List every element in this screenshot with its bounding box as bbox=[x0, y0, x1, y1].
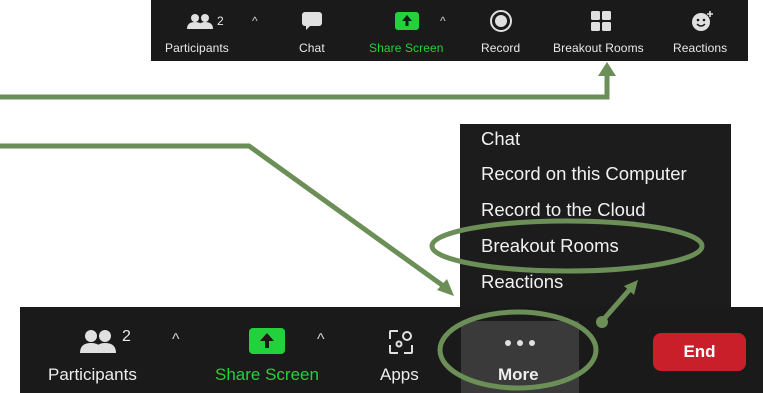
annotation-arrowhead bbox=[437, 279, 454, 296]
top-breakout-rooms-button[interactable]: Breakout Rooms bbox=[551, 0, 655, 61]
menu-item-chat[interactable]: Chat bbox=[481, 128, 520, 150]
bottom-share-screen-label: Share Screen bbox=[215, 365, 319, 384]
top-reactions-label: Reactions bbox=[673, 41, 728, 55]
top-breakout-rooms-label: Breakout Rooms bbox=[553, 41, 644, 55]
share-screen-arrow-icon bbox=[395, 10, 419, 32]
zoom-toolbar-tutorial-image: 2 Participants ^ Chat Share Screen ^ Rec… bbox=[0, 0, 763, 393]
top-share-screen-label: Share Screen bbox=[369, 41, 444, 55]
top-chat-label: Chat bbox=[299, 41, 325, 55]
ellipsis-icon bbox=[504, 334, 536, 352]
chat-bubble-icon bbox=[301, 10, 323, 32]
record-icon bbox=[490, 10, 512, 32]
menu-item-reactions[interactable]: Reactions bbox=[481, 271, 563, 293]
end-button-label: End bbox=[683, 342, 716, 361]
menu-item-record-on-computer[interactable]: Record on this Computer bbox=[481, 163, 687, 185]
top-participants-button[interactable]: 2 Participants bbox=[151, 0, 241, 61]
top-chat-button[interactable]: Chat bbox=[291, 0, 331, 61]
share-screen-arrow-icon bbox=[249, 328, 285, 359]
top-record-button[interactable]: Record bbox=[477, 0, 527, 61]
caret-up-icon[interactable]: ^ bbox=[252, 14, 258, 28]
breakout-rooms-grid-icon bbox=[591, 10, 611, 32]
participants-icon bbox=[187, 10, 213, 32]
top-share-screen-button[interactable]: Share Screen bbox=[366, 0, 448, 61]
caret-up-icon[interactable]: ^ bbox=[317, 331, 325, 349]
menu-item-breakout-rooms[interactable]: Breakout Rooms bbox=[481, 235, 619, 257]
top-reactions-button[interactable]: Reactions bbox=[671, 0, 735, 61]
smiley-plus-icon bbox=[691, 10, 715, 32]
bottom-apps-label: Apps bbox=[380, 365, 419, 384]
participants-icon bbox=[80, 329, 116, 358]
top-participants-count: 2 bbox=[217, 14, 224, 28]
top-record-label: Record bbox=[481, 41, 521, 55]
annotation-arrow-menu bbox=[0, 143, 444, 288]
bottom-meeting-toolbar: 2 Participants ^ Share Screen ^ Apps Mor… bbox=[20, 307, 763, 393]
annotation-arrowhead bbox=[598, 62, 616, 76]
more-dropdown-menu: Chat Record on this Computer Record to t… bbox=[460, 124, 731, 307]
top-participants-label: Participants bbox=[165, 41, 229, 55]
bottom-more-label: More bbox=[498, 365, 539, 384]
caret-up-icon[interactable]: ^ bbox=[440, 14, 446, 28]
menu-item-record-to-cloud[interactable]: Record to the Cloud bbox=[481, 199, 646, 221]
bottom-participants-count: 2 bbox=[122, 328, 131, 345]
top-meeting-toolbar: 2 Participants ^ Chat Share Screen ^ Rec… bbox=[151, 0, 748, 61]
bottom-participants-label: Participants bbox=[48, 365, 137, 384]
caret-up-icon[interactable]: ^ bbox=[172, 331, 180, 349]
apps-icon bbox=[388, 329, 414, 360]
end-meeting-button[interactable]: End bbox=[653, 333, 746, 371]
annotation-arrow-breakout-rooms bbox=[0, 72, 610, 100]
